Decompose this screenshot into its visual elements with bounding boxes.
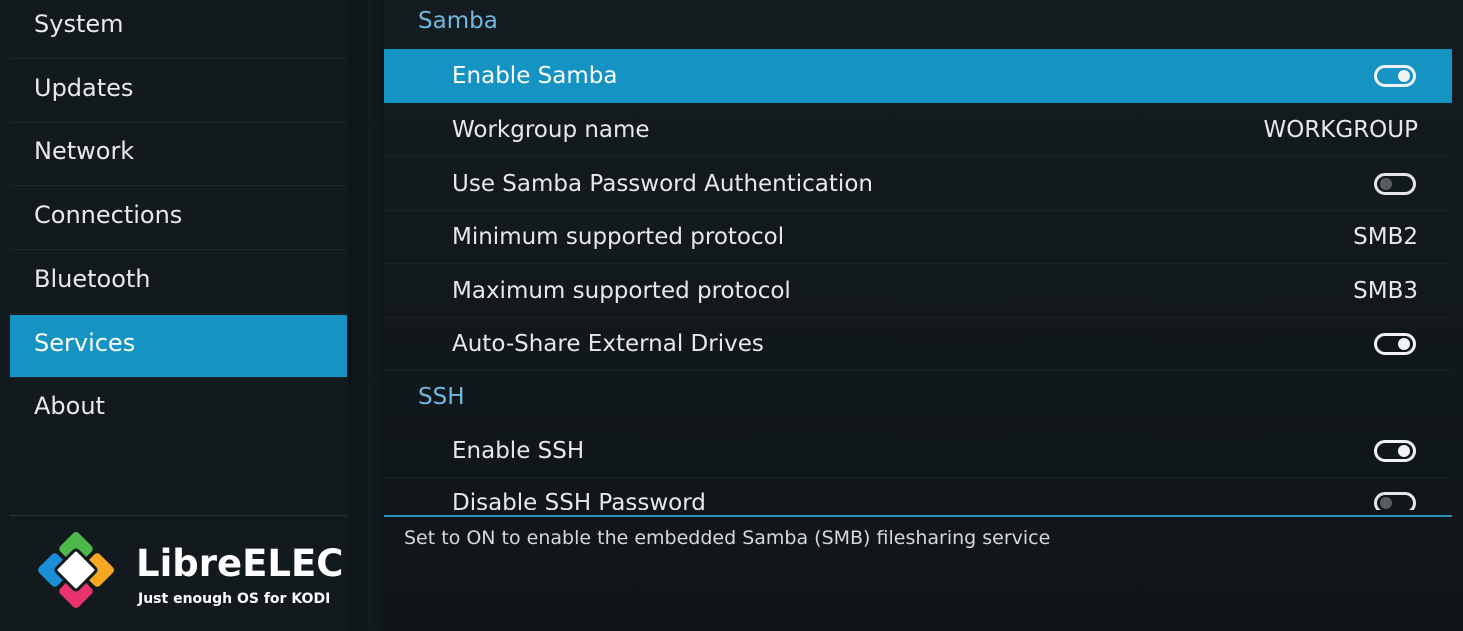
setting-disable-ssh-password[interactable]: Disable SSH Password	[384, 476, 1452, 510]
sidebar-item-bluetooth[interactable]: Bluetooth	[10, 251, 347, 314]
setting-min-protocol[interactable]: Minimum supported protocol SMB2	[384, 210, 1452, 264]
toggle-knob	[1398, 338, 1410, 350]
setting-label: Disable SSH Password	[452, 490, 706, 510]
sidebar-item-system[interactable]: System	[10, 0, 347, 59]
toggle-knob	[1380, 497, 1392, 509]
toggle-knob	[1398, 70, 1410, 82]
sidebar-item-label: Bluetooth	[34, 265, 151, 293]
setting-label: Auto-Share External Drives	[452, 331, 764, 357]
toggle-switch-off[interactable]	[1374, 492, 1416, 510]
sidebar-item-about[interactable]: About	[10, 378, 347, 441]
settings-panel: Samba Enable Samba Workgroup name WORKGR…	[384, 0, 1463, 631]
toggle-knob	[1380, 178, 1392, 190]
setting-samba-password-auth[interactable]: Use Samba Password Authentication	[384, 157, 1452, 211]
column-separator	[348, 0, 384, 631]
toggle-switch-off[interactable]	[1374, 173, 1416, 195]
toggle-switch-on[interactable]	[1374, 333, 1416, 355]
help-description: Set to ON to enable the embedded Samba (…	[404, 527, 1051, 549]
setting-value: SMB3	[1353, 278, 1418, 304]
help-divider	[384, 515, 1452, 517]
sidebar-item-label: About	[34, 392, 105, 420]
sidebar-item-label: Updates	[34, 74, 134, 102]
sidebar-item-label: Services	[34, 329, 136, 357]
brand-divider	[10, 515, 347, 516]
setting-label: Enable Samba	[452, 63, 618, 89]
setting-label: Use Samba Password Authentication	[452, 171, 873, 197]
libreelec-logo-icon	[38, 532, 114, 608]
setting-value: SMB2	[1353, 224, 1418, 250]
setting-label: Maximum supported protocol	[452, 278, 791, 304]
toggle-switch-on[interactable]	[1374, 440, 1416, 462]
brand-name: LibreELEC	[136, 542, 344, 585]
setting-max-protocol[interactable]: Maximum supported protocol SMB3	[384, 264, 1452, 318]
setting-workgroup-name[interactable]: Workgroup name WORKGROUP	[384, 103, 1452, 157]
setting-label: Minimum supported protocol	[452, 224, 785, 250]
setting-value: WORKGROUP	[1263, 117, 1418, 143]
setting-enable-ssh[interactable]: Enable SSH	[384, 424, 1452, 478]
setting-label: Workgroup name	[452, 117, 650, 143]
brand-tagline: Just enough OS for KODI	[138, 591, 331, 607]
sidebar-item-services[interactable]: Services	[10, 315, 347, 378]
sidebar-item-updates[interactable]: Updates	[10, 60, 347, 123]
toggle-switch-on[interactable]	[1374, 65, 1416, 87]
sidebar-item-label: Network	[34, 137, 135, 165]
section-title-samba: Samba	[418, 8, 498, 34]
sidebar: System Updates Network Connections Bluet…	[0, 0, 348, 631]
sidebar-item-connections[interactable]: Connections	[10, 187, 347, 250]
setting-enable-samba[interactable]: Enable Samba	[384, 49, 1452, 103]
sidebar-item-network[interactable]: Network	[10, 123, 347, 186]
toggle-knob	[1398, 445, 1410, 457]
setting-label: Enable SSH	[452, 438, 585, 464]
setting-auto-share-drives[interactable]: Auto-Share External Drives	[384, 317, 1452, 371]
settings-window: System Updates Network Connections Bluet…	[0, 0, 1463, 631]
sidebar-item-label: Connections	[34, 201, 183, 229]
section-title-ssh: SSH	[418, 384, 465, 410]
settings-list[interactable]: Samba Enable Samba Workgroup name WORKGR…	[384, 0, 1463, 510]
sidebar-item-label: System	[34, 10, 124, 38]
